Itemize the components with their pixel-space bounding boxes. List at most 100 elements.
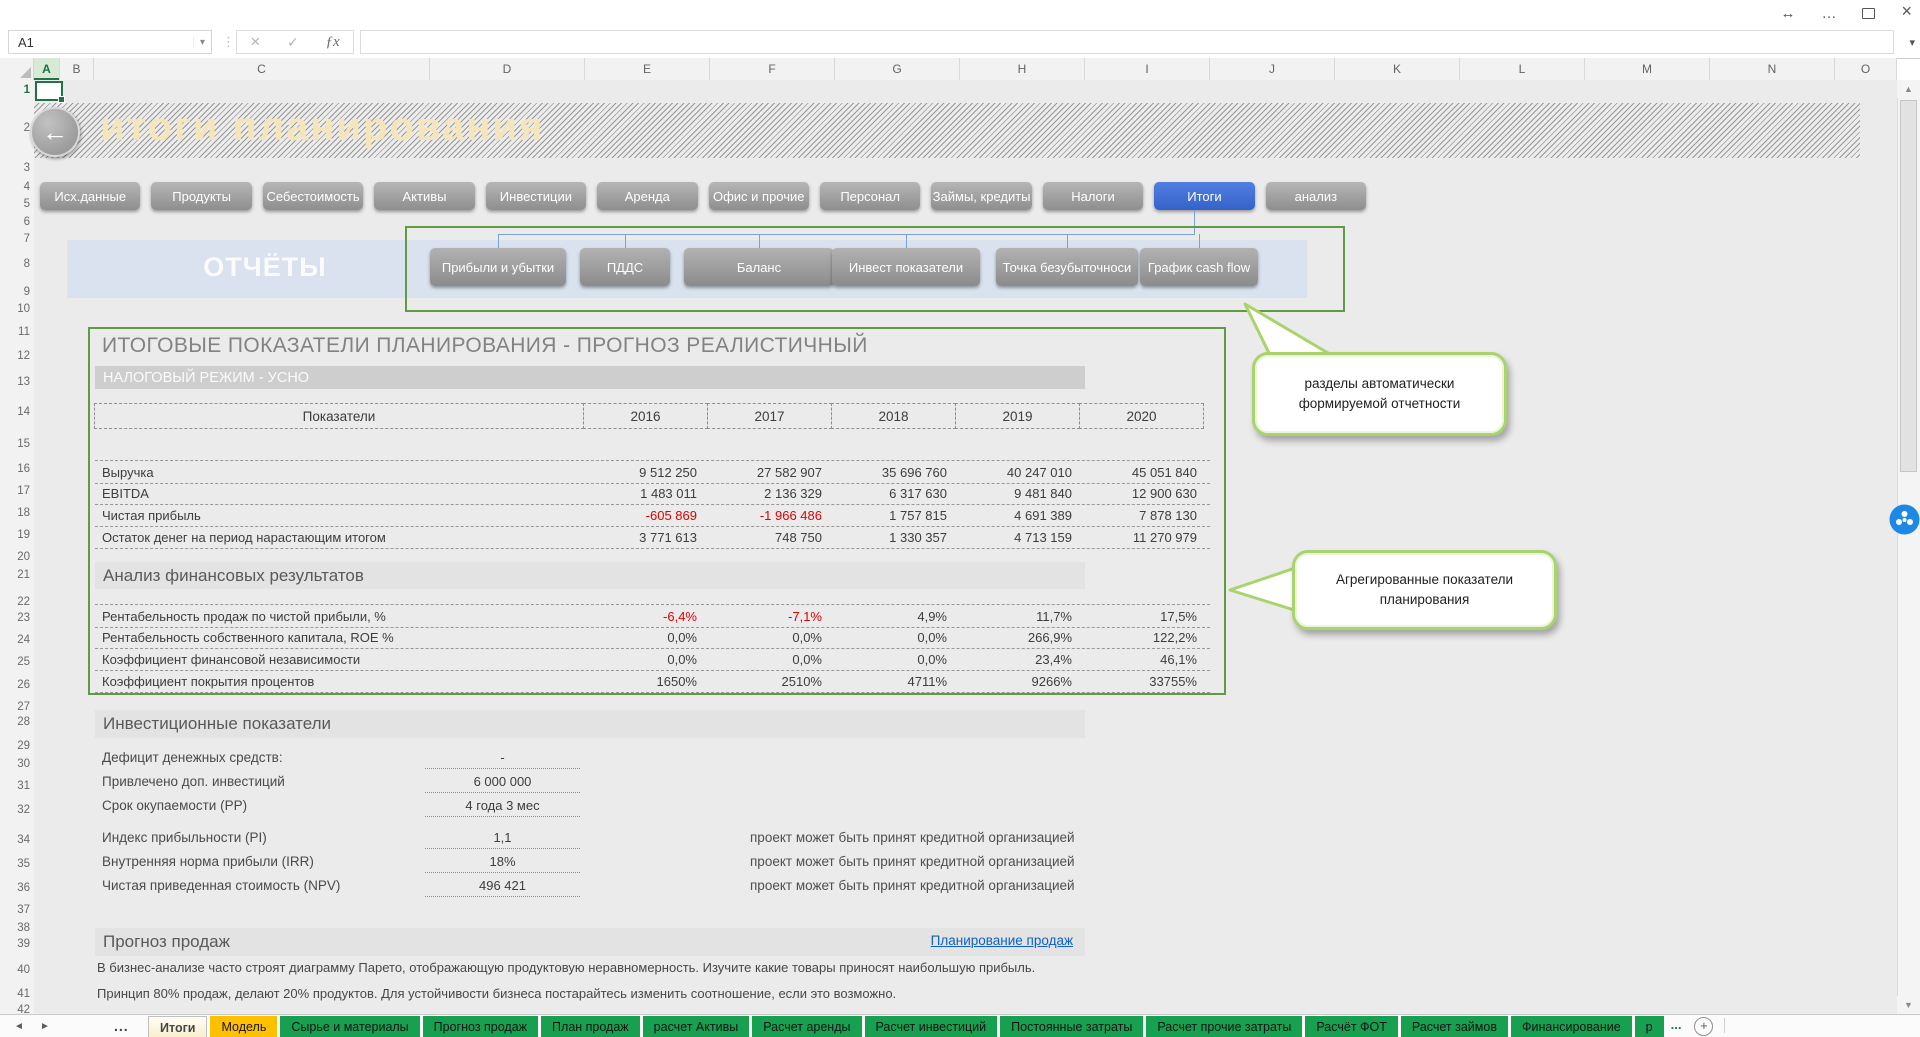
sheet-tab-Финансирование[interactable]: Финансирование — [1511, 1016, 1632, 1037]
name-box-dropdown-icon[interactable]: ▾ — [193, 37, 211, 48]
row-header-40[interactable]: 40 — [0, 964, 30, 976]
tabs-scroll-right-icon[interactable]: ► — [40, 1021, 50, 1032]
tabs-scroll-left-icon[interactable]: ◄ — [14, 1021, 24, 1032]
sheet-tab-Итоги[interactable]: Итоги — [148, 1016, 207, 1037]
nav-button-Продукты[interactable]: Продукты — [151, 182, 251, 210]
row-header-38[interactable]: 38 — [0, 922, 30, 934]
row-header-22[interactable]: 22 — [0, 596, 30, 608]
column-header-O[interactable]: O — [1835, 58, 1897, 80]
row-header-18[interactable]: 18 — [0, 507, 30, 519]
cancel-entry-icon[interactable]: × — [250, 32, 260, 52]
row-header-41[interactable]: 41 — [0, 988, 30, 1000]
row-header-3[interactable]: 3 — [0, 162, 30, 174]
report-button-График cash flow[interactable]: График cash flow — [1140, 248, 1258, 286]
row-header-20[interactable]: 20 — [0, 551, 30, 563]
resize-horizontal-icon[interactable]: ↔ — [1780, 5, 1795, 22]
column-header-A[interactable]: A — [34, 58, 60, 80]
row-header-7[interactable]: 7 — [0, 233, 30, 245]
report-button-Баланс[interactable]: Баланс — [684, 248, 834, 286]
hidden-sheets-indicator[interactable]: ... — [114, 1018, 129, 1034]
sheet-tab-р[interactable]: р — [1635, 1016, 1664, 1037]
select-all-corner[interactable] — [0, 58, 34, 80]
row-header-6[interactable]: 6 — [0, 216, 30, 228]
row-header-17[interactable]: 17 — [0, 485, 30, 497]
back-button[interactable]: ← — [30, 107, 80, 157]
sheet-tab-Расчет займов[interactable]: Расчет займов — [1401, 1016, 1508, 1037]
row-header-36[interactable]: 36 — [0, 882, 30, 894]
row-header-11[interactable]: 11 — [0, 326, 30, 338]
nav-button-Офис и прочие[interactable]: Офис и прочие — [709, 182, 809, 210]
report-button-Точка безубыточноси[interactable]: Точка безубыточноси — [996, 248, 1138, 286]
column-header-D[interactable]: D — [430, 58, 585, 80]
row-header-10[interactable]: 10 — [0, 303, 30, 315]
sheet-tab-Расчет аренды[interactable]: Расчет аренды — [752, 1016, 861, 1037]
nav-button-Итоги[interactable]: Итоги — [1154, 182, 1254, 210]
name-box[interactable]: A1 ▾ — [8, 30, 212, 54]
row-header-13[interactable]: 13 — [0, 376, 30, 388]
row-header-25[interactable]: 25 — [0, 656, 30, 668]
restore-window-icon[interactable] — [1862, 8, 1875, 19]
row-header-4[interactable]: 4 — [0, 181, 30, 193]
sheet-tab-Прогноз продаж[interactable]: Прогноз продаж — [423, 1016, 538, 1037]
nav-button-Аренда[interactable]: Аренда — [597, 182, 697, 210]
row-header-37[interactable]: 37 — [0, 904, 30, 916]
column-header-J[interactable]: J — [1210, 58, 1335, 80]
tabs-overflow-indicator[interactable]: ... — [1667, 1017, 1686, 1037]
report-button-Инвест показатели[interactable]: Инвест показатели — [832, 248, 980, 286]
nav-button-Персонал[interactable]: Персонал — [820, 182, 920, 210]
row-header-32[interactable]: 32 — [0, 804, 30, 816]
row-header-31[interactable]: 31 — [0, 780, 30, 792]
row-header-27[interactable]: 27 — [0, 701, 30, 713]
sheet-tab-расчет Активы[interactable]: расчет Активы — [643, 1016, 750, 1037]
column-header-L[interactable]: L — [1460, 58, 1585, 80]
sheet-tab-Постоянные затраты[interactable]: Постоянные затраты — [1000, 1016, 1143, 1037]
sales-planning-link[interactable]: Планирование продаж — [931, 933, 1073, 948]
column-header-B[interactable]: B — [60, 58, 94, 80]
row-header-26[interactable]: 26 — [0, 679, 30, 691]
nav-button-Себестоимость[interactable]: Себестоимость — [263, 182, 363, 210]
formula-bar-expand-icon[interactable]: ▾ — [1909, 36, 1915, 49]
row-header-1[interactable]: 1 — [0, 84, 30, 96]
sheet-tab-Расчет инвестиций[interactable]: Расчет инвестиций — [865, 1016, 998, 1037]
column-header-C[interactable]: C — [94, 58, 430, 80]
column-header-E[interactable]: E — [585, 58, 710, 80]
floating-addin-icon[interactable] — [1889, 504, 1920, 535]
nav-button-Исх.данные[interactable]: Исх.данные — [40, 182, 140, 210]
column-header-N[interactable]: N — [1710, 58, 1835, 80]
sheet-tab-Модель[interactable]: Модель — [210, 1016, 277, 1037]
sheet-tab-Сырье и материалы[interactable]: Сырье и материалы — [280, 1016, 419, 1037]
row-header-28[interactable]: 28 — [0, 716, 30, 728]
active-cell-a1[interactable] — [35, 81, 63, 101]
row-header-14[interactable]: 14 — [0, 406, 30, 418]
close-icon[interactable]: × — [1901, 1, 1912, 22]
row-header-8[interactable]: 8 — [0, 258, 30, 270]
row-header-29[interactable]: 29 — [0, 740, 30, 752]
row-header-15[interactable]: 15 — [0, 438, 30, 450]
investment-value[interactable]: 6 000 000 — [425, 774, 580, 793]
row-header-5[interactable]: 5 — [0, 198, 30, 210]
row-header-24[interactable]: 24 — [0, 634, 30, 646]
scroll-up-icon[interactable]: ▲ — [1897, 80, 1920, 98]
investment-value[interactable]: 4 года 3 мес — [425, 798, 580, 817]
nav-button-анализ[interactable]: анализ — [1266, 182, 1366, 210]
nav-button-Займы, кредиты[interactable]: Займы, кредиты — [931, 182, 1031, 210]
row-header-19[interactable]: 19 — [0, 529, 30, 541]
sheet-tab-План продаж[interactable]: План продаж — [541, 1016, 640, 1037]
column-header-H[interactable]: H — [960, 58, 1085, 80]
row-header-21[interactable]: 21 — [0, 569, 30, 581]
nav-button-Инвестиции[interactable]: Инвестиции — [486, 182, 586, 210]
add-sheet-button[interactable]: + — [1694, 1017, 1713, 1036]
investment-value[interactable]: - — [425, 750, 580, 769]
formula-input[interactable] — [360, 30, 1894, 54]
scroll-down-icon[interactable]: ▼ — [1897, 996, 1920, 1014]
nav-button-Налоги[interactable]: Налоги — [1043, 182, 1143, 210]
column-header-K[interactable]: K — [1335, 58, 1460, 80]
investment-value[interactable]: 496 421 — [425, 878, 580, 897]
insert-function-icon[interactable]: ƒx — [325, 34, 339, 51]
row-header-2[interactable]: 2 — [0, 122, 30, 134]
report-button-ПДДС[interactable]: ПДДС — [580, 248, 670, 286]
row-header-16[interactable]: 16 — [0, 463, 30, 475]
row-header-23[interactable]: 23 — [0, 612, 30, 624]
vertical-scroll-thumb[interactable] — [1900, 100, 1917, 472]
row-header-30[interactable]: 30 — [0, 758, 30, 770]
